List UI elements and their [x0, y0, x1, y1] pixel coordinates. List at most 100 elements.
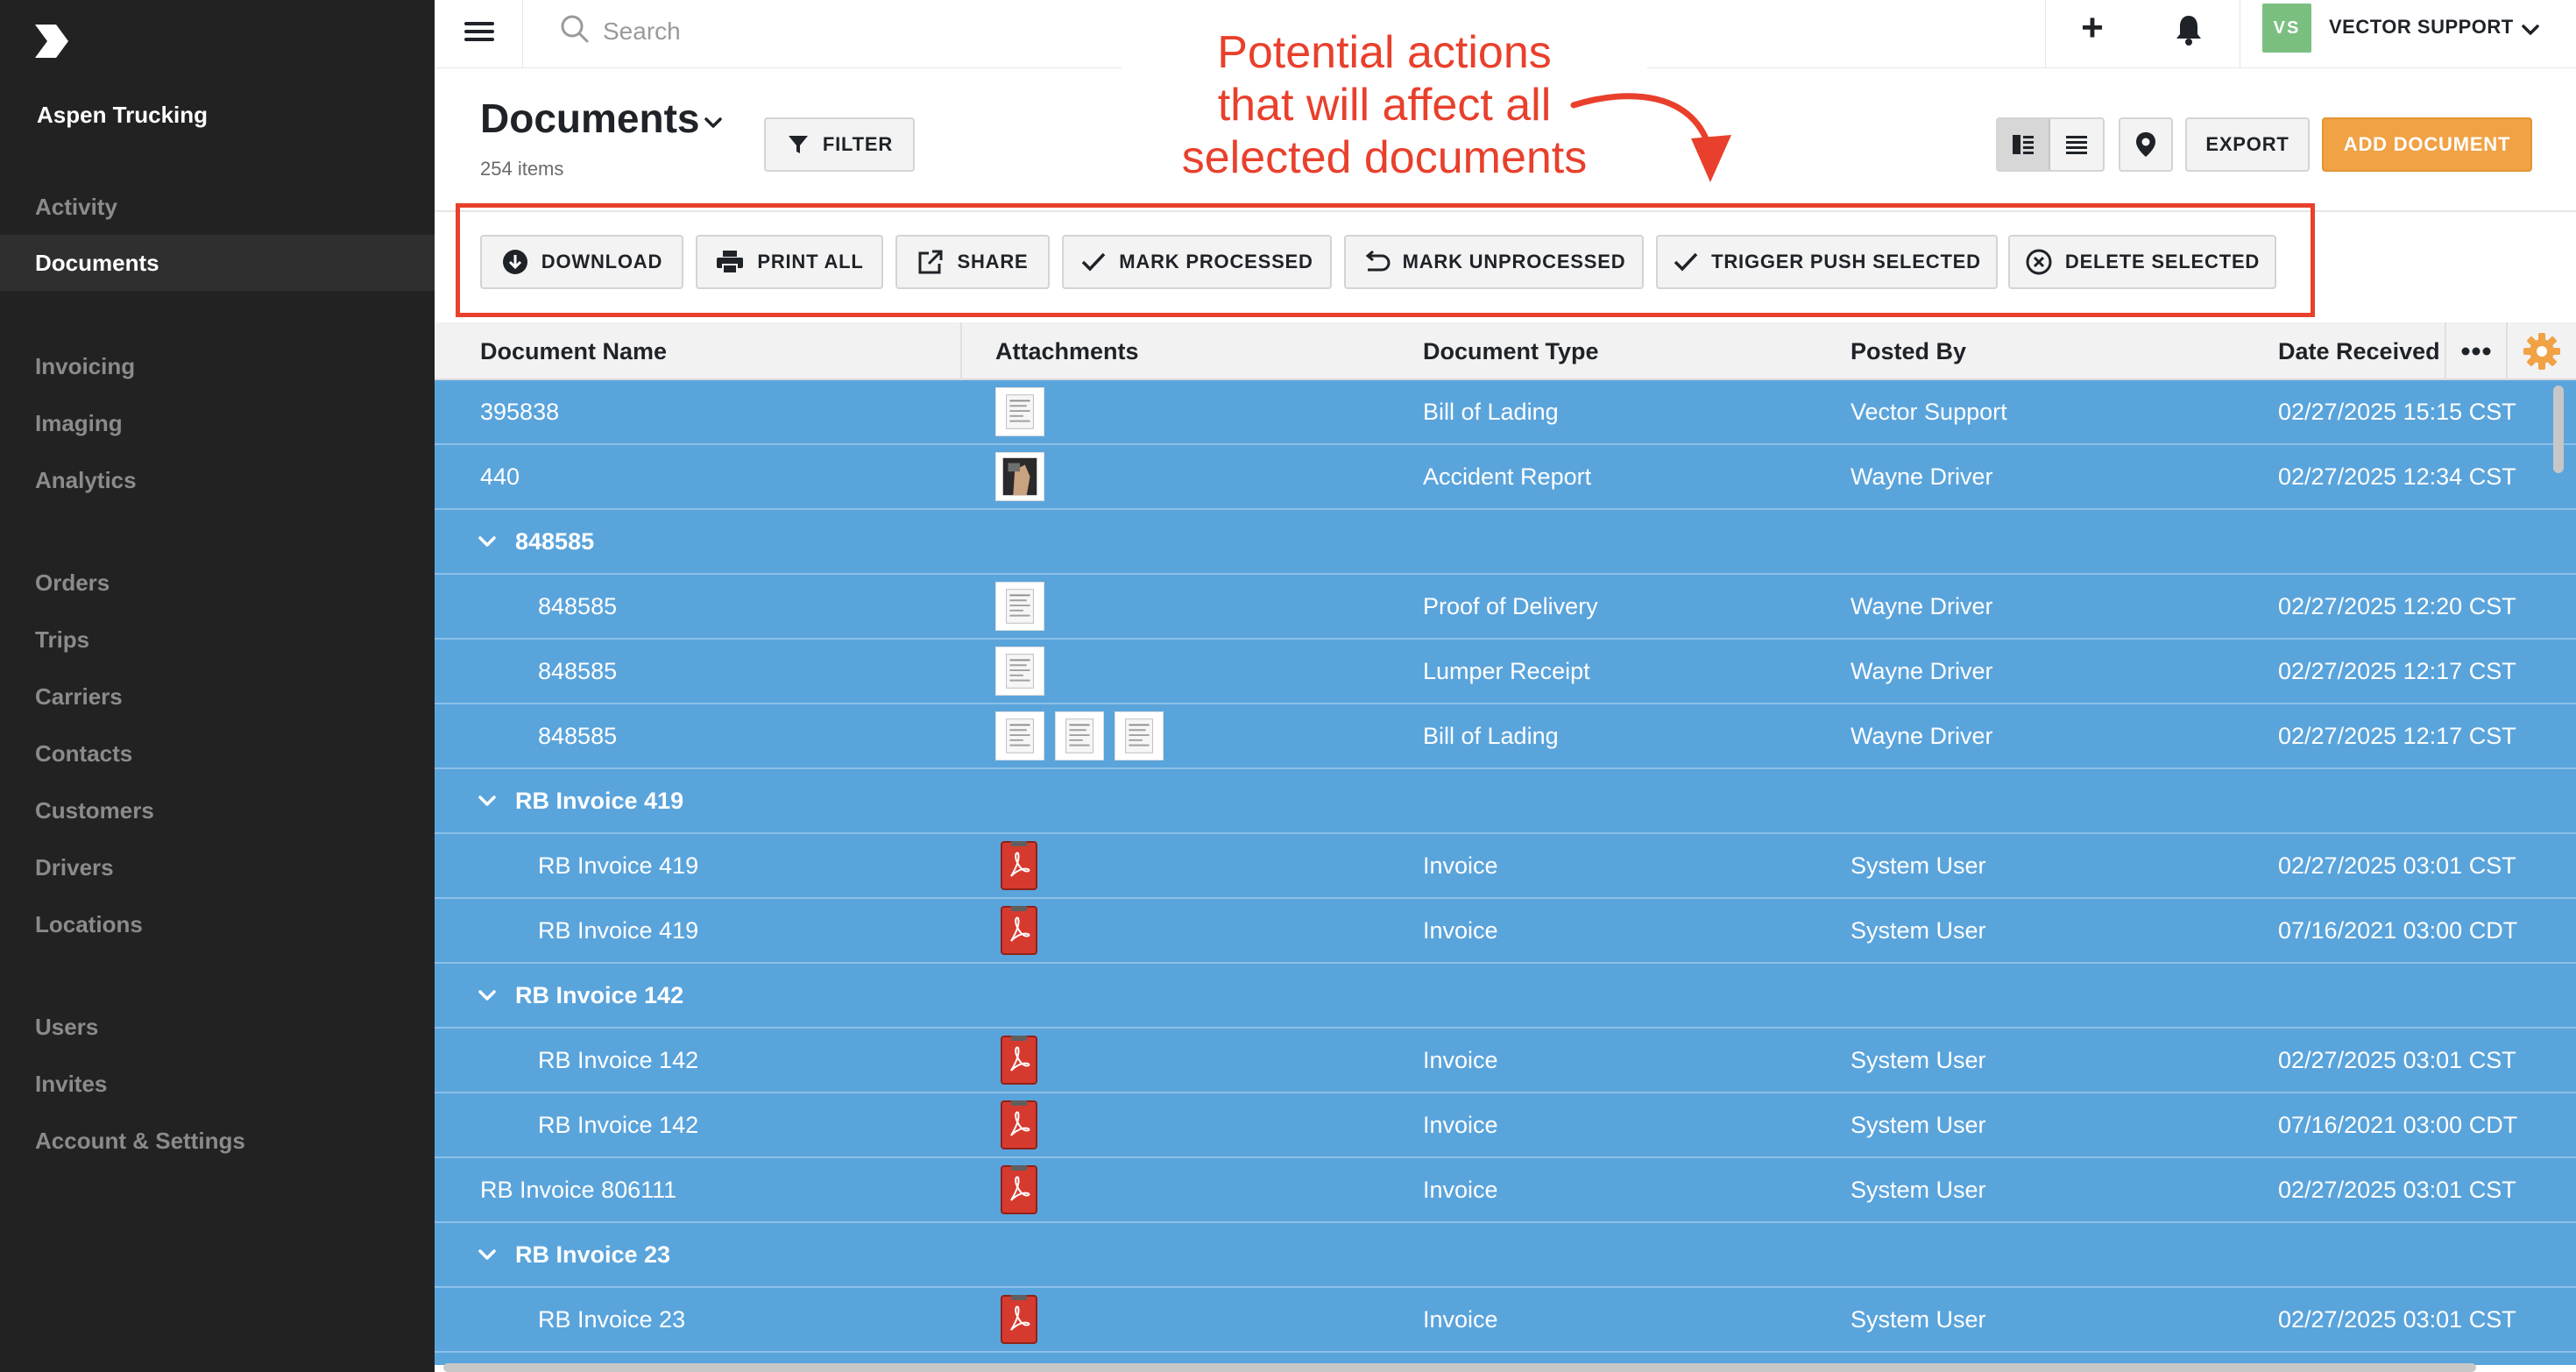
date-received-cell: 02/27/2025 15:15 CST: [2278, 399, 2516, 425]
sidebar-item-customers[interactable]: Customers: [0, 782, 435, 838]
posted-by-cell: Wayne Driver: [1851, 593, 1993, 619]
sidebar-item-activity[interactable]: Activity: [0, 179, 435, 235]
column-header-attachments[interactable]: Attachments: [995, 322, 1139, 380]
vertical-scrollbar[interactable]: [2553, 385, 2564, 473]
filter-button[interactable]: FILTER: [764, 117, 915, 172]
sidebar-item-imaging[interactable]: Imaging: [0, 395, 435, 451]
split-view-icon: [2013, 135, 2034, 154]
table-group-row[interactable]: RB Invoice 419: [435, 769, 2576, 834]
document-name-cell: RB Invoice 142: [538, 1047, 699, 1073]
pdf-attachment-icon[interactable]: [1001, 1165, 1037, 1214]
date-received-cell: 02/27/2025 12:34 CST: [2278, 463, 2516, 490]
document-attachment-thumbnail[interactable]: [1055, 711, 1104, 760]
chevron-down-icon[interactable]: [475, 529, 499, 554]
more-options-icon[interactable]: [2453, 328, 2499, 375]
date-received-cell: 02/27/2025 03:01 CST: [2278, 852, 2516, 879]
table-row[interactable]: RB Invoice 419 Invoice System User 07/16/20…: [435, 899, 2576, 964]
sidebar-item-trips[interactable]: Trips: [0, 612, 435, 668]
document-type-cell: Invoice: [1423, 1177, 1498, 1203]
document-name-cell: RB Invoice 142: [538, 1112, 699, 1138]
table-group-row[interactable]: 848585: [435, 510, 2576, 575]
sidebar-item-account-settings[interactable]: Account & Settings: [0, 1113, 435, 1169]
logo-icon[interactable]: [32, 21, 72, 61]
sidebar-item-contacts[interactable]: Contacts: [0, 725, 435, 781]
column-header-posted-by[interactable]: Posted By: [1851, 322, 1966, 380]
sidebar-item-documents[interactable]: Documents: [0, 235, 435, 291]
document-name-cell: 848585: [538, 593, 618, 619]
pdf-attachment-icon[interactable]: [1001, 841, 1037, 890]
sidebar-item-locations[interactable]: Locations: [0, 896, 435, 952]
document-attachment-thumbnail[interactable]: [1115, 711, 1164, 760]
document-attachment-thumbnail[interactable]: [995, 387, 1044, 436]
topbar-divider: [2045, 0, 2046, 68]
date-received-cell: 02/27/2025 03:01 CST: [2278, 1306, 2516, 1333]
split-view-button[interactable]: [1998, 119, 2050, 170]
chevron-down-icon[interactable]: [475, 789, 499, 813]
document-name-cell: RB Invoice 419: [538, 852, 699, 879]
column-divider: [2445, 322, 2446, 380]
user-avatar[interactable]: VS: [2262, 4, 2311, 53]
column-header-document-name[interactable]: Document Name: [480, 322, 667, 380]
sidebar-item-users[interactable]: Users: [0, 999, 435, 1055]
chevron-down-icon[interactable]: [2518, 18, 2543, 42]
document-type-cell: Proof of Delivery: [1423, 593, 1598, 619]
notifications-bell-icon[interactable]: [2171, 12, 2206, 47]
pdf-attachment-icon[interactable]: [1001, 1100, 1037, 1149]
chevron-down-icon[interactable]: [475, 1242, 499, 1267]
photo-attachment-thumbnail[interactable]: [995, 452, 1044, 501]
pdf-attachment-icon[interactable]: [1001, 906, 1037, 955]
sidebar-item-drivers[interactable]: Drivers: [0, 839, 435, 895]
posted-by-cell: Wayne Driver: [1851, 658, 1993, 684]
add-document-button[interactable]: ADD DOCUMENT: [2322, 117, 2532, 172]
sidebar-item-orders[interactable]: Orders: [0, 555, 435, 611]
chevron-down-icon[interactable]: [475, 983, 499, 1008]
document-attachment-thumbnail[interactable]: [995, 711, 1044, 760]
document-type-cell: Lumper Receipt: [1423, 658, 1590, 684]
sidebar-item-invites[interactable]: Invites: [0, 1056, 435, 1112]
chevron-down-icon[interactable]: [701, 110, 725, 135]
column-header-document-type[interactable]: Document Type: [1423, 322, 1599, 380]
posted-by-cell: System User: [1851, 917, 1986, 944]
sidebar-item-analytics[interactable]: Analytics: [0, 452, 435, 508]
group-label: RB Invoice 142: [515, 982, 684, 1008]
page-title[interactable]: Documents: [480, 95, 699, 142]
horizontal-scrollbar[interactable]: [443, 1363, 2476, 1372]
list-view-icon: [2066, 136, 2087, 154]
add-icon[interactable]: +: [2073, 9, 2112, 49]
document-type-cell: Bill of Lading: [1423, 723, 1559, 749]
map-view-button[interactable]: [2119, 117, 2173, 172]
table-row[interactable]: 848585 Lumper Receipt Wayne Driver 02/27/20…: [435, 640, 2576, 704]
table-row[interactable]: RB Invoice 142 Invoice System User 07/16/20…: [435, 1093, 2576, 1158]
pdf-attachment-icon[interactable]: [1001, 1036, 1037, 1085]
table-row[interactable]: 395838 Bill of Lading Vector Support 02/27/…: [435, 380, 2576, 445]
document-name-cell: 440: [480, 463, 520, 490]
user-menu-name[interactable]: VECTOR SUPPORT: [2329, 16, 2514, 39]
document-name-cell: 848585: [538, 658, 618, 684]
pdf-attachment-icon[interactable]: [1001, 1295, 1037, 1344]
posted-by-cell: Vector Support: [1851, 399, 2007, 425]
table-header: Document Name Attachments Document Type …: [435, 322, 2576, 380]
export-button[interactable]: EXPORT: [2185, 117, 2310, 172]
document-attachment-thumbnail[interactable]: [995, 647, 1044, 696]
sidebar-item-invoicing[interactable]: Invoicing: [0, 338, 435, 394]
app-window: Aspen Trucking Activity Documents Invoic…: [0, 0, 2576, 1372]
table-row[interactable]: RB Invoice 23 Invoice System User 02/27/202…: [435, 1288, 2576, 1353]
table-group-row[interactable]: RB Invoice 142: [435, 964, 2576, 1029]
gear-icon[interactable]: [2520, 329, 2564, 373]
table-row[interactable]: RB Invoice 142 Invoice System User 02/27/20…: [435, 1029, 2576, 1093]
table-row[interactable]: 848585 Proof of Delivery Wayne Driver 02/27…: [435, 575, 2576, 640]
hamburger-menu-icon[interactable]: [464, 18, 494, 47]
filter-icon: [788, 136, 808, 153]
table-group-row[interactable]: RB Invoice 23: [435, 1223, 2576, 1288]
table-row[interactable]: 848585 Bill of Lading Wayne Driver 02/27/20…: [435, 704, 2576, 769]
document-attachment-thumbnail[interactable]: [995, 582, 1044, 631]
sidebar-item-carriers[interactable]: Carriers: [0, 668, 435, 725]
document-type-cell: Invoice: [1423, 917, 1498, 944]
column-header-date-received[interactable]: Date Received: [2278, 322, 2440, 380]
table-row[interactable]: 440 Accident Report Wayne Driver 02/27/2025…: [435, 445, 2576, 510]
search-icon: [561, 15, 589, 43]
table-row[interactable]: RB Invoice 806111 Invoice System User 02/27…: [435, 1158, 2576, 1223]
document-type-cell: Invoice: [1423, 1306, 1498, 1333]
table-row[interactable]: RB Invoice 419 Invoice System User 02/27/20…: [435, 834, 2576, 899]
list-view-button[interactable]: [2050, 119, 2103, 170]
